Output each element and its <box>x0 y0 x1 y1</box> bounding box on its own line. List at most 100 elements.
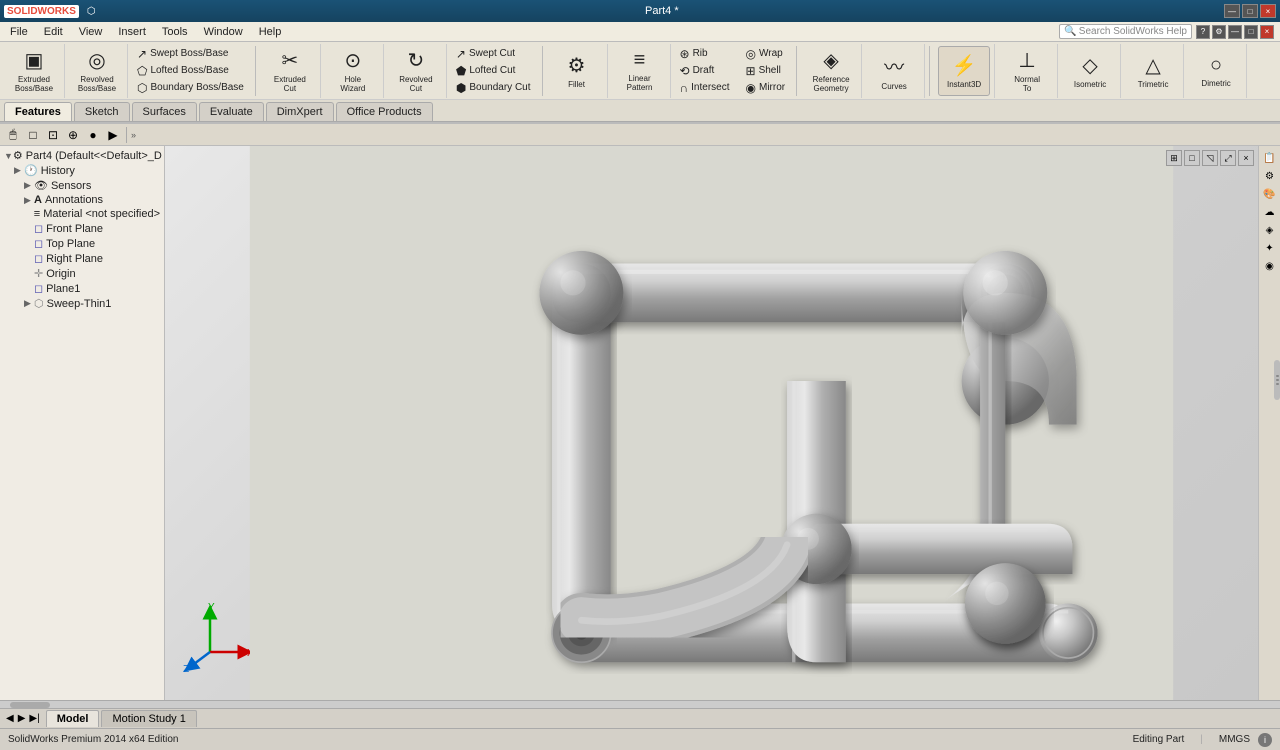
menu-file[interactable]: File <box>2 24 36 40</box>
tree-origin[interactable]: ✛ Origin <box>0 266 164 281</box>
h-scrollbar-thumb[interactable] <box>10 702 50 708</box>
h-scrollbar[interactable] <box>0 700 1280 708</box>
boundary-cut-btn[interactable]: ⬢ Boundary Cut <box>451 80 536 96</box>
bottom-tab-model[interactable]: Model <box>46 710 100 727</box>
secondary-tool-1[interactable]: 🖱 <box>4 126 22 144</box>
normal-to-btn[interactable]: ⊥ NormalTo <box>1001 46 1053 96</box>
statusbar-left: SolidWorks Premium 2014 x64 Edition <box>8 734 178 745</box>
lofted-boss-btn[interactable]: ⬠ Lofted Boss/Base <box>132 63 249 79</box>
menu-insert[interactable]: Insert <box>110 24 154 40</box>
tab-office[interactable]: Office Products <box>336 102 433 121</box>
shell-btn[interactable]: ⊞ Shell <box>741 63 791 79</box>
tab-surfaces[interactable]: Surfaces <box>132 102 197 121</box>
swept-cut-btn[interactable]: ↗ Swept Cut <box>451 46 536 62</box>
rp-btn-6[interactable]: ✦ <box>1262 240 1278 256</box>
tree-plane1[interactable]: ◻ Plane1 <box>0 281 164 296</box>
vp-btn-3[interactable]: ◹ <box>1202 150 1218 166</box>
vp-btn-4[interactable]: ⤢ <box>1220 150 1236 166</box>
tree-right-plane[interactable]: ◻ Right Plane <box>0 251 164 266</box>
instant3d-btn[interactable]: ⚡ Instant3D <box>938 46 990 96</box>
tab-sketch[interactable]: Sketch <box>74 102 130 121</box>
linear-pattern-btn[interactable]: ≡ LinearPattern <box>614 46 666 96</box>
viewport[interactable]: 🔍 ⊕ ↺ ✥ ▦ ⬡ ✦ ⊞ ◈ ⟳ <box>165 146 1258 700</box>
trimetric-btn[interactable]: △ Trimetric <box>1127 46 1179 96</box>
fillet-btn[interactable]: ⚙ Fillet <box>551 46 603 96</box>
extruded-cut-btn[interactable]: ✂ ExtrudedCut <box>264 46 316 96</box>
tree-label-top-plane: Top Plane <box>46 238 95 250</box>
boundary-boss-icon: ⬡ <box>137 81 147 95</box>
tree-top-plane[interactable]: ◻ Top Plane <box>0 236 164 251</box>
vp-btn-1[interactable]: ⊞ <box>1166 150 1182 166</box>
tab-nav-next[interactable]: ▶ <box>16 713 28 724</box>
close-toolbar-btn[interactable]: × <box>1260 25 1274 39</box>
boundary-boss-btn[interactable]: ⬡ Boundary Boss/Base <box>132 80 249 96</box>
rp-btn-4[interactable]: ☁ <box>1262 204 1278 220</box>
swept-boss-btn[interactable]: ↗ Swept Boss/Base <box>132 46 249 62</box>
tree-history[interactable]: ▶ 🕐 History <box>0 163 164 178</box>
vp-btn-2[interactable]: □ <box>1184 150 1200 166</box>
secondary-tool-5[interactable]: ● <box>84 126 102 144</box>
toolbar-group-extruded-cut: ✂ ExtrudedCut <box>260 44 321 98</box>
toolbar-group-boss: ▣ ExtrudedBoss/Base <box>4 44 65 98</box>
maximize-btn[interactable]: □ <box>1242 4 1258 18</box>
swept-boss-label: Swept Boss/Base <box>150 48 228 59</box>
revolved-boss-btn[interactable]: ◎ RevolvedBoss/Base <box>71 46 123 96</box>
tab-nav-end[interactable]: ▶| <box>27 713 41 724</box>
dimetric-btn[interactable]: ○ Dimetric <box>1190 46 1242 96</box>
rp-btn-7[interactable]: ◉ <box>1262 258 1278 274</box>
wrap-btn[interactable]: ◎ Wrap <box>741 46 791 62</box>
isometric-btn[interactable]: ◇ Isometric <box>1064 46 1116 96</box>
settings-btn[interactable]: ⚙ <box>1212 25 1226 39</box>
menu-window[interactable]: Window <box>196 24 251 40</box>
bottom-tab-motion-study[interactable]: Motion Study 1 <box>101 710 196 727</box>
draft-label: Draft <box>693 65 715 76</box>
reference-geometry-label: ReferenceGeometry <box>813 75 850 93</box>
menu-view[interactable]: View <box>71 24 111 40</box>
rp-btn-2[interactable]: ⚙ <box>1262 168 1278 184</box>
menu-bar: File Edit View Insert Tools Window Help … <box>0 22 1280 42</box>
tree-material[interactable]: ≡ Material <not specified> <box>0 207 164 221</box>
tree-sensors[interactable]: ▶ 👁 Sensors <box>0 178 164 193</box>
secondary-tool-3[interactable]: ⊡ <box>44 126 62 144</box>
toolbar-divider-2 <box>542 46 543 96</box>
menu-help[interactable]: Help <box>251 24 290 40</box>
tab-nav-prev[interactable]: ◀ <box>4 713 16 724</box>
close-btn[interactable]: × <box>1260 4 1276 18</box>
tree-expand-annotations: ▶ <box>24 195 34 206</box>
reference-geometry-btn[interactable]: ◈ ReferenceGeometry <box>805 46 857 96</box>
help-btn[interactable]: ? <box>1196 25 1210 39</box>
lofted-cut-btn[interactable]: ⬟ Lofted Cut <box>451 63 536 79</box>
revolved-cut-btn[interactable]: ↻ RevolvedCut <box>390 46 442 96</box>
rp-btn-5[interactable]: ◈ <box>1262 222 1278 238</box>
tree-sweep-thin1[interactable]: ▶ ⬡ Sweep-Thin1 <box>0 296 164 311</box>
rp-btn-3[interactable]: 🎨 <box>1262 186 1278 202</box>
tree-root[interactable]: ▼ ⚙ Part4 (Default<<Default>_D <box>0 148 164 163</box>
linear-pattern-icon: ≡ <box>634 49 646 72</box>
extruded-boss-btn[interactable]: ▣ ExtrudedBoss/Base <box>8 46 60 96</box>
statusbar-info-btn[interactable]: i <box>1258 733 1272 747</box>
secondary-tool-2[interactable]: □ <box>24 126 42 144</box>
tab-evaluate[interactable]: Evaluate <box>199 102 264 121</box>
tree-expand-sweep-thin1: ▶ <box>24 298 34 309</box>
rp-btn-1[interactable]: 📋 <box>1262 150 1278 166</box>
draft-btn[interactable]: ⟲ Draft <box>675 63 735 79</box>
curves-btn[interactable]: 〰 Curves <box>868 46 920 96</box>
tab-dimxpert[interactable]: DimXpert <box>266 102 334 121</box>
rib-btn[interactable]: ⊛ Rib <box>675 46 735 62</box>
maximize-toolbar-btn[interactable]: □ <box>1244 25 1258 39</box>
tab-features[interactable]: Features <box>4 102 72 121</box>
vp-btn-5[interactable]: × <box>1238 150 1254 166</box>
tree-annotations[interactable]: ▶ A Annotations <box>0 193 164 207</box>
mirror-btn[interactable]: ◉ Mirror <box>741 80 791 96</box>
secondary-tool-6[interactable]: ▶ <box>104 126 122 144</box>
secondary-tool-4[interactable]: ⊕ <box>64 126 82 144</box>
tree-front-plane[interactable]: ◻ Front Plane <box>0 221 164 236</box>
minimize-btn[interactable]: — <box>1224 4 1240 18</box>
model-viewport-svg[interactable] <box>165 146 1258 700</box>
minimize-toolbar-btn[interactable]: — <box>1228 25 1242 39</box>
menu-edit[interactable]: Edit <box>36 24 71 40</box>
intersect-btn[interactable]: ∩ Intersect <box>675 80 735 96</box>
toolbar-col-features: ⊛ Rib ⟲ Draft ∩ Intersect <box>673 44 737 98</box>
hole-wizard-btn[interactable]: ⊙ HoleWizard <box>327 46 379 96</box>
menu-tools[interactable]: Tools <box>154 24 196 40</box>
